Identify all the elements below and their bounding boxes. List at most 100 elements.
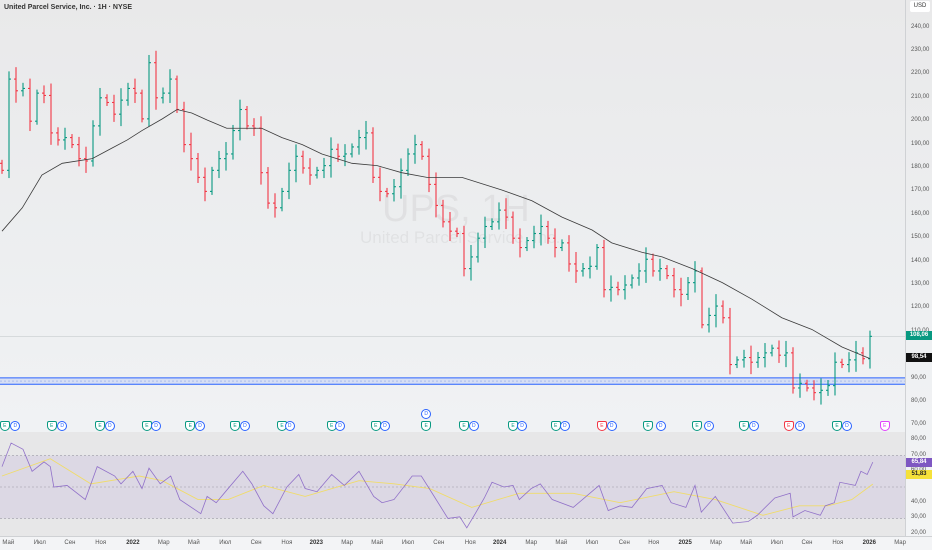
dividend-marker[interactable]: D: [10, 421, 21, 431]
earnings-marker[interactable]: E: [879, 421, 890, 431]
time-tick: Май: [740, 540, 752, 546]
earnings-marker[interactable]: E: [46, 421, 57, 431]
earnings-marker[interactable]: E: [596, 421, 607, 431]
dividend-marker[interactable]: D: [379, 421, 390, 431]
price-bar: [322, 157, 326, 179]
price-bar: [133, 78, 137, 103]
dividend-marker[interactable]: D: [421, 409, 432, 419]
time-tick: Ноя: [832, 540, 844, 546]
price-bar: [714, 294, 718, 328]
price-bar: [63, 127, 67, 150]
price-bar: [742, 349, 746, 368]
price-bar: [497, 202, 501, 230]
price-bar: [630, 274, 634, 289]
price-bar: [0, 159, 4, 174]
dividend-marker[interactable]: D: [517, 421, 528, 431]
price-bar: [308, 158, 312, 185]
price-bar: [98, 87, 102, 136]
time-tick: Июл: [770, 540, 783, 546]
earnings-marker[interactable]: E: [459, 421, 469, 431]
price-bar: [693, 261, 697, 293]
price-bar: [420, 141, 424, 160]
price-bar: [315, 166, 319, 179]
currency-button[interactable]: USD: [910, 1, 930, 12]
price-bar: [553, 228, 557, 258]
dividend-marker[interactable]: D: [284, 421, 295, 431]
time-tick: Ноя: [281, 540, 293, 546]
price-bar: [217, 150, 221, 179]
price-bar: [588, 256, 592, 279]
price-bar: [35, 89, 39, 125]
price-bar: [469, 244, 473, 281]
rsi-tick: 30,00: [911, 514, 927, 521]
dividend-marker[interactable]: D: [151, 421, 161, 431]
dividend-marker[interactable]: D: [468, 421, 479, 431]
price-tick: 160,00: [911, 210, 930, 217]
chart-area[interactable]: UPS, 1H United Parcel Service, Inc. Unit…: [0, 0, 932, 550]
price-bar: [434, 172, 438, 218]
price-bar: [686, 277, 690, 300]
time-axis-divider: [0, 536, 932, 537]
price-bar: [546, 220, 550, 244]
price-bar: [182, 101, 186, 153]
price-bar: [350, 143, 354, 158]
earnings-marker[interactable]: E: [185, 421, 196, 431]
dividend-marker[interactable]: D: [559, 421, 570, 431]
earnings-marker[interactable]: E: [421, 421, 432, 431]
earnings-marker[interactable]: E: [643, 421, 654, 431]
price-tick: 130,00: [911, 281, 930, 287]
price-tick: 180,00: [911, 164, 930, 170]
price-chart[interactable]: [0, 0, 932, 550]
chart-title[interactable]: United Parcel Service, Inc. · 1H · NYSE: [4, 4, 132, 11]
price-bar: [791, 347, 795, 394]
earnings-marker[interactable]: E: [230, 421, 241, 431]
rsi-tick: 80,00: [911, 435, 927, 442]
earnings-marker[interactable]: E: [739, 421, 749, 431]
price-bar: [777, 340, 781, 363]
time-tick: 2024: [493, 540, 507, 546]
price-bar: [105, 94, 109, 106]
earnings-marker[interactable]: E: [0, 421, 10, 431]
time-tick: 2023: [309, 540, 323, 546]
price-bar: [679, 277, 683, 307]
price-bar: [833, 352, 837, 396]
dividend-marker[interactable]: D: [606, 421, 617, 431]
price-tick: 80,00: [911, 398, 927, 404]
price-bar: [371, 127, 375, 183]
dividend-marker[interactable]: D: [335, 421, 346, 431]
dividend-marker[interactable]: D: [748, 421, 759, 431]
price-bar: [441, 199, 445, 228]
price-bar: [203, 167, 207, 202]
price-bar: [56, 127, 60, 146]
time-tick: Июл: [586, 540, 599, 546]
price-bar: [567, 235, 571, 272]
dividend-marker[interactable]: D: [239, 421, 250, 431]
price-tick: 140,00: [911, 257, 930, 264]
price-bar: [658, 258, 662, 281]
dividend-marker[interactable]: D: [655, 421, 666, 431]
rsi-tick: 20,00: [911, 530, 927, 537]
dividend-marker[interactable]: D: [104, 421, 115, 431]
price-bar: [581, 263, 585, 277]
earnings-marker[interactable]: E: [783, 421, 794, 431]
dividend-marker[interactable]: D: [195, 421, 206, 431]
dividend-marker[interactable]: D: [704, 421, 714, 431]
price-bar: [539, 214, 543, 246]
earnings-marker[interactable]: E: [832, 421, 843, 431]
price-tick: 90,00: [911, 374, 927, 381]
time-tick: Мар: [525, 540, 538, 546]
earnings-marker[interactable]: E: [692, 421, 703, 431]
price-bar: [462, 225, 466, 277]
price-bar: [77, 136, 81, 167]
dividend-marker[interactable]: D: [795, 421, 805, 431]
price-bar: [259, 116, 263, 185]
dividend-marker[interactable]: D: [57, 421, 68, 431]
price-bar: [140, 89, 144, 123]
price-bar: [770, 344, 774, 357]
earnings-marker[interactable]: E: [95, 421, 105, 431]
price-bar: [651, 253, 655, 277]
price-tick: 220,00: [911, 70, 930, 77]
price-bar: [560, 239, 564, 252]
dividend-marker[interactable]: D: [841, 421, 852, 431]
time-tick: Мар: [894, 540, 906, 546]
